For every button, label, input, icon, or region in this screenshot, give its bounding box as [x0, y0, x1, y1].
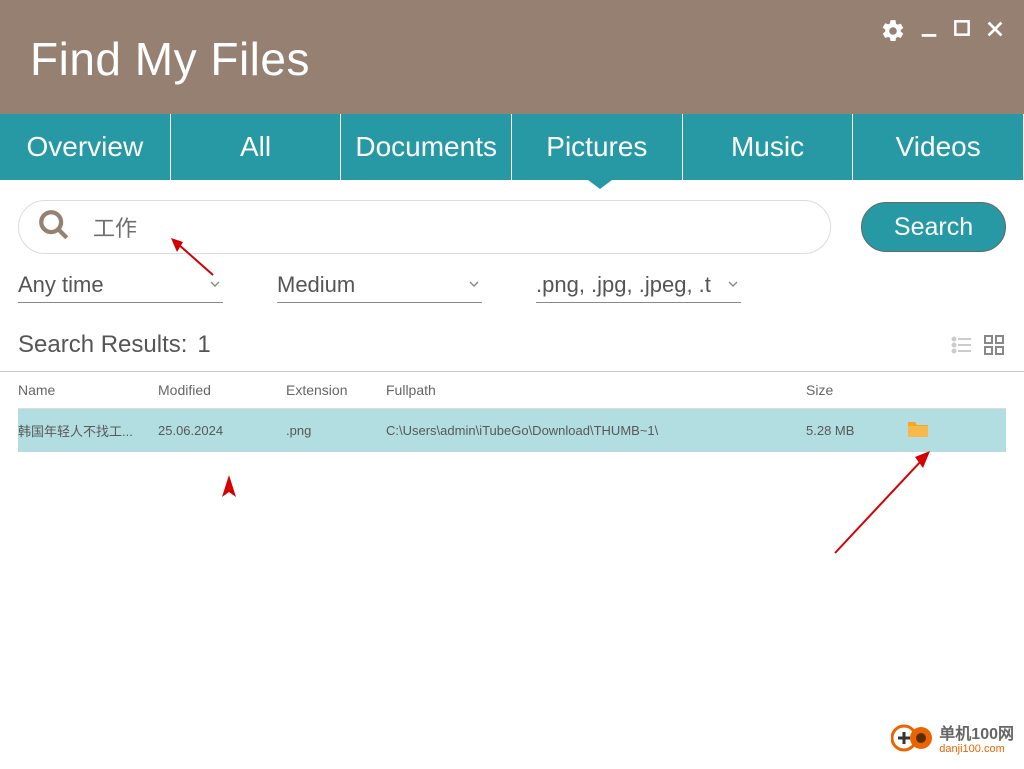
active-tab-indicator — [588, 180, 612, 189]
tab-overview[interactable]: Overview — [0, 114, 171, 180]
tab-all[interactable]: All — [171, 114, 342, 180]
filter-size[interactable]: Medium — [277, 272, 482, 303]
filter-time[interactable]: Any time — [18, 272, 223, 303]
filter-size-label: Medium — [277, 272, 355, 298]
chevron-down-icon — [207, 272, 223, 298]
titlebar: Find My Files — [0, 0, 1024, 114]
chevron-down-icon — [725, 272, 741, 298]
tab-videos[interactable]: Videos — [853, 114, 1024, 180]
watermark-text-bottom: danji100.com — [939, 743, 1014, 755]
cell-modified: 25.06.2024 — [158, 423, 286, 438]
watermark-text-top: 单机100网 — [939, 726, 1014, 744]
filters-row: Any time Medium .png, .jpg, .jpeg, .t — [0, 254, 1024, 303]
open-folder-icon[interactable] — [906, 419, 930, 439]
col-header-modified[interactable]: Modified — [158, 382, 286, 398]
minimize-icon[interactable] — [918, 18, 940, 40]
view-toggles — [950, 333, 1006, 357]
settings-icon[interactable] — [880, 18, 906, 44]
filter-time-label: Any time — [18, 272, 104, 298]
annotation-arrow — [830, 448, 936, 558]
col-header-name[interactable]: Name — [18, 382, 158, 398]
cell-size: 5.28 MB — [806, 423, 906, 438]
results-label-text: Search Results: — [18, 331, 187, 359]
col-header-fullpath[interactable]: Fullpath — [386, 382, 806, 398]
grid-view-icon[interactable] — [982, 333, 1006, 357]
tab-music[interactable]: Music — [683, 114, 854, 180]
watermark-logo-icon — [891, 722, 933, 759]
table-header: Name Modified Extension Fullpath Size — [18, 372, 1006, 409]
tab-documents[interactable]: Documents — [341, 114, 512, 180]
table-row[interactable]: 韩国年轻人不找工... 25.06.2024 .png C:\Users\adm… — [18, 409, 1006, 452]
tabs: Overview All Documents Pictures Music Vi… — [0, 114, 1024, 180]
cell-fullpath: C:\Users\admin\iTubeGo\Download\THUMB~1\ — [386, 423, 806, 438]
tab-pictures[interactable]: Pictures — [512, 114, 683, 180]
window-controls — [880, 18, 1006, 114]
close-icon[interactable] — [984, 18, 1006, 40]
maximize-icon[interactable] — [952, 18, 972, 38]
search-row: Search — [0, 180, 1024, 254]
results-label: Search Results: 1 — [18, 331, 211, 359]
results-header: Search Results: 1 — [0, 303, 1024, 372]
search-icon — [37, 208, 71, 247]
filter-extension[interactable]: .png, .jpg, .jpeg, .t — [536, 272, 741, 303]
search-input[interactable] — [93, 214, 812, 240]
app-title: Find My Files — [30, 32, 310, 114]
search-button[interactable]: Search — [861, 202, 1006, 252]
results-count: 1 — [197, 331, 210, 359]
cell-name: 韩国年轻人不找工... — [18, 421, 158, 440]
search-box[interactable] — [18, 200, 831, 254]
watermark: 单机100网 danji100.com — [891, 722, 1014, 759]
chevron-down-icon — [466, 272, 482, 298]
col-header-size[interactable]: Size — [806, 382, 906, 398]
list-view-icon[interactable] — [950, 333, 974, 357]
filter-extension-label: .png, .jpg, .jpeg, .t — [536, 272, 711, 298]
annotation-arrow — [220, 475, 238, 501]
cell-extension: .png — [286, 423, 386, 438]
col-header-extension[interactable]: Extension — [286, 382, 386, 398]
